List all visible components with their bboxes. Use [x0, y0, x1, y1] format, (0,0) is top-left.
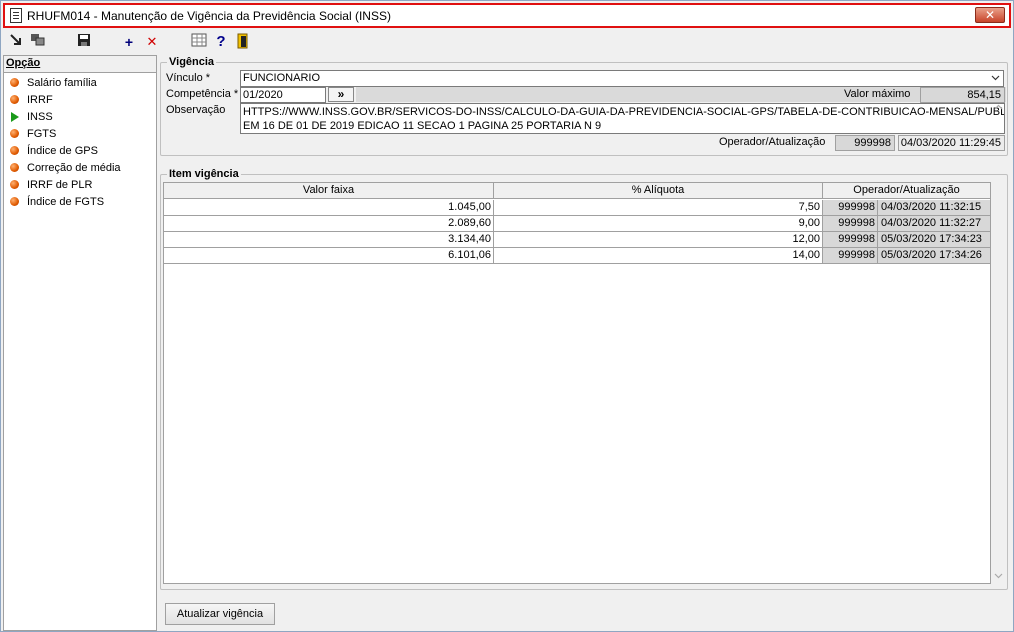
option-label: IRRF	[27, 94, 53, 106]
cell-valor-faixa[interactable]: 1.045,00	[164, 200, 494, 216]
delete-icon[interactable]: ✕	[143, 33, 161, 51]
item-vigencia-group-title: Item vigência	[167, 167, 241, 181]
cell-aliquota[interactable]: 12,00	[494, 232, 823, 248]
operador-label: Operador/Atualização	[719, 136, 826, 148]
calculator-icon[interactable]	[190, 33, 208, 51]
options-list: Salário família IRRF INSS FGTS Índice de…	[4, 72, 156, 630]
chevron-down-icon	[991, 72, 1000, 86]
options-panel: Opção Salário família IRRF INSS FGTS Índ…	[3, 55, 157, 631]
cell-aliquota[interactable]: 7,50	[494, 200, 823, 216]
cell-valor-faixa[interactable]: 6.101,06	[164, 248, 494, 264]
cell-operador: 999998	[823, 248, 878, 264]
item-vigencia-grid: Valor faixa % Alíquota Operador/Atualiza…	[163, 182, 991, 584]
cell-data: 05/03/2020 17:34:26	[878, 248, 991, 264]
option-label: Índice de GPS	[27, 145, 98, 157]
option-label: Correção de média	[27, 162, 121, 174]
cell-data: 04/03/2020 11:32:15	[878, 200, 991, 216]
main-window: RHUFM014 - Manutenção de Vigência da Pre…	[0, 0, 1014, 632]
title-bar: RHUFM014 - Manutenção de Vigência da Pre…	[3, 3, 1011, 28]
competencia-input[interactable]: 01/2020	[240, 87, 326, 103]
export-icon[interactable]	[7, 33, 25, 51]
cell-aliquota[interactable]: 9,00	[494, 216, 823, 232]
column-header-valor-faixa[interactable]: Valor faixa	[164, 183, 494, 199]
column-header-operador[interactable]: Operador/Atualização	[823, 183, 991, 199]
document-icon	[10, 8, 22, 23]
cell-operador: 999998	[823, 232, 878, 248]
bullet-icon	[10, 78, 19, 87]
option-label: INSS	[27, 111, 53, 123]
observacao-label: Observação	[166, 104, 226, 116]
window-title: RHUFM014 - Manutenção de Vigência da Pre…	[27, 9, 391, 23]
help-icon[interactable]: ?	[212, 33, 230, 51]
update-vigencia-button[interactable]: Atualizar vigência	[165, 603, 275, 625]
add-icon[interactable]: +	[120, 33, 138, 51]
bullet-icon	[10, 146, 19, 155]
cell-valor-faixa[interactable]: 3.134,40	[164, 232, 494, 248]
option-label: Índice de FGTS	[27, 196, 105, 208]
bullet-icon	[10, 129, 19, 138]
vinculo-label: Vínculo *	[166, 72, 211, 84]
option-label: FGTS	[27, 128, 57, 140]
scroll-down-icon[interactable]	[994, 570, 1003, 582]
play-arrow-icon	[11, 112, 19, 122]
cell-aliquota[interactable]: 14,00	[494, 248, 823, 264]
bullet-icon	[10, 95, 19, 104]
valor-maximo-label: Valor máximo	[844, 88, 911, 100]
copy-icon[interactable]	[29, 33, 47, 51]
column-header-aliquota[interactable]: % Alíquota	[494, 183, 823, 199]
cell-data: 05/03/2020 17:34:23	[878, 232, 991, 248]
vinculo-select[interactable]: FUNCIONARIO	[240, 70, 1004, 87]
vinculo-value: FUNCIONARIO	[243, 72, 320, 84]
option-label: IRRF de PLR	[27, 179, 93, 191]
cell-operador: 999998	[823, 216, 878, 232]
bullet-icon	[10, 180, 19, 189]
cell-data: 04/03/2020 11:32:27	[878, 216, 991, 232]
operador-date: 04/03/2020 11:29:45	[898, 135, 1005, 151]
bullet-icon	[10, 197, 19, 206]
competencia-label: Competência *	[166, 88, 239, 100]
vigencia-group-title: Vigência	[167, 55, 217, 69]
save-icon[interactable]	[75, 33, 93, 51]
next-period-button[interactable]: »	[328, 87, 354, 102]
options-header: Opção	[6, 57, 41, 69]
close-button[interactable]: ✕	[975, 7, 1005, 23]
scroll-up-icon[interactable]	[994, 102, 1003, 114]
vertical-scrollbar[interactable]	[992, 100, 1005, 586]
observacao-line: EM 16 DE 01 DE 2019 EDICAO 11 SECAO 1 PA…	[243, 120, 602, 132]
operador-code: 999998	[835, 135, 895, 151]
exit-icon[interactable]	[234, 33, 252, 51]
observacao-line: HTTPS://WWW.INSS.GOV.BR/SERVICOS-DO-INSS…	[243, 106, 1005, 118]
cell-valor-faixa[interactable]: 2.089,60	[164, 216, 494, 232]
toolbar: + ✕ ?	[1, 31, 1013, 53]
cell-operador: 999998	[823, 200, 878, 216]
option-label: Salário família	[27, 77, 97, 89]
observacao-textarea[interactable]: HTTPS://WWW.INSS.GOV.BR/SERVICOS-DO-INSS…	[240, 103, 1005, 134]
bullet-icon	[10, 163, 19, 172]
